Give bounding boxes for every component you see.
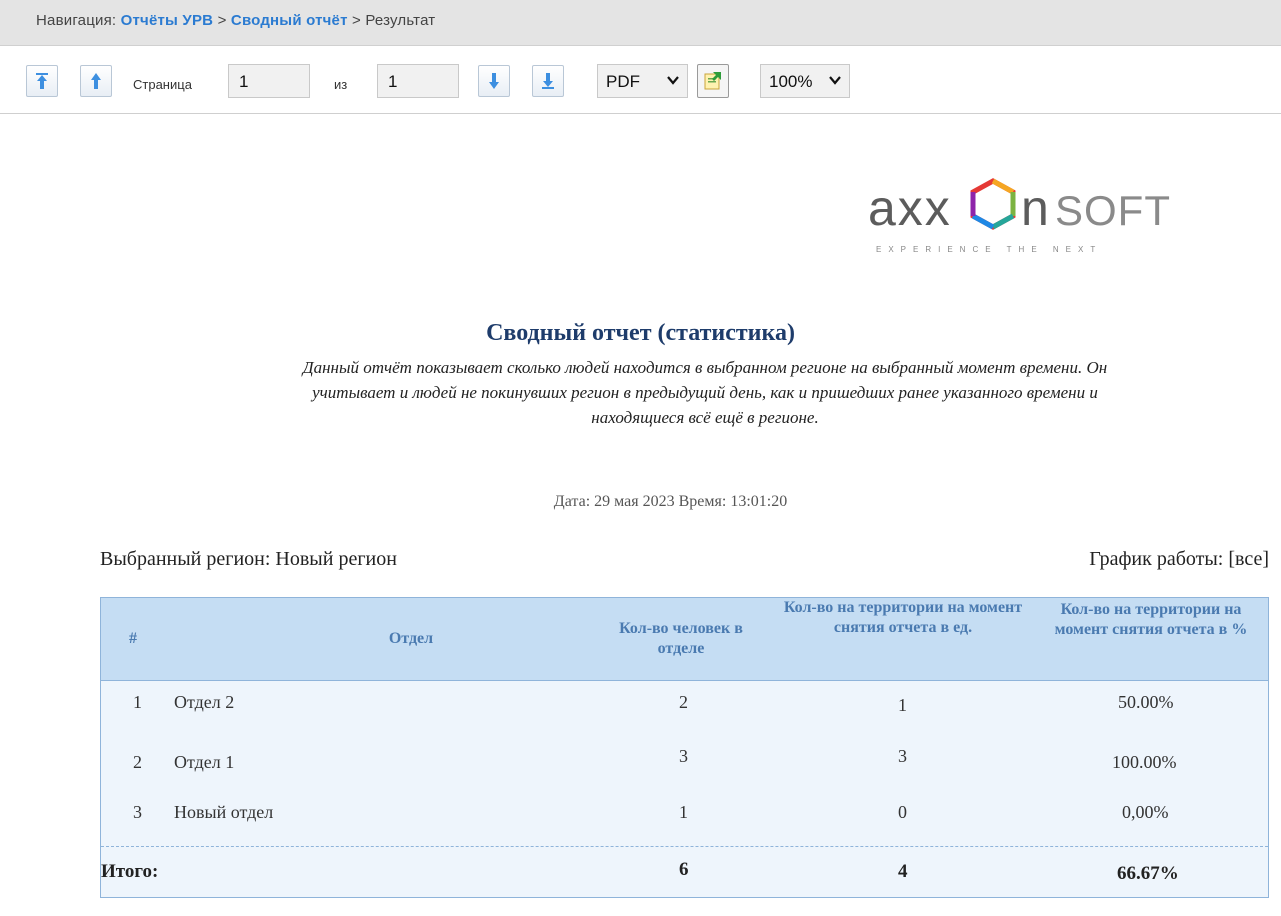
department-name: Отдел 2 — [174, 692, 235, 712]
company-logo: axx n SOFT EXPERIENCE THE NEXT — [868, 175, 1208, 275]
first-page-icon — [36, 73, 48, 89]
present-percent: 100.00% — [1112, 752, 1177, 772]
export-format-value: PDF — [606, 72, 640, 91]
row-number: 2 — [133, 752, 142, 772]
department-name: Новый отдел — [174, 802, 274, 822]
prev-page-button[interactable] — [80, 65, 112, 97]
present-count: 3 — [898, 746, 907, 766]
breadcrumb: Навигация: Отчёты УРВ > Сводный отчёт > … — [0, 0, 1281, 46]
export-button[interactable] — [697, 64, 729, 98]
breadcrumb-separator: > — [213, 12, 231, 29]
total-label: Итого: — [101, 861, 159, 882]
last-page-icon — [542, 73, 554, 89]
total-percent: 66.67% — [1117, 863, 1179, 884]
table-row: 2 Отдел 1 3 3 100.00% — [101, 746, 1268, 798]
report-toolbar: Страница 1 из 1 PDF 100% — [0, 47, 1281, 114]
column-header-present-percent: Кол-во на территории на момент снятия от… — [1054, 601, 1248, 638]
breadcrumb-link-reports[interactable]: Отчёты УРВ — [121, 12, 214, 29]
logo-tagline: EXPERIENCE THE NEXT — [876, 245, 1103, 254]
people-count: 1 — [679, 802, 688, 822]
svg-text:n: n — [1021, 180, 1049, 236]
zoom-value: 100% — [769, 72, 813, 91]
column-header-department: Отдел — [388, 630, 434, 647]
column-header-present-units: Кол-во на территории на момент снятия от… — [783, 599, 1023, 636]
column-header-number: # — [129, 630, 137, 647]
next-page-button[interactable] — [478, 65, 510, 97]
table-row: 1 Отдел 2 2 1 50.00% — [101, 692, 1268, 744]
report-date: Дата: 29 мая 2023 Время: 13:01:20 — [553, 493, 788, 510]
row-number: 1 — [133, 692, 142, 712]
column-header-people: Кол-во человек в отделе — [619, 620, 743, 657]
total-pages-field: 1 — [377, 64, 459, 98]
table-total-row: Итого: 6 4 66.67% — [101, 846, 1268, 899]
breadcrumb-prefix: Навигация: — [36, 12, 121, 29]
work-schedule: График работы: [все] — [1089, 548, 1269, 570]
present-count: 1 — [898, 695, 907, 715]
chevron-down-icon — [667, 76, 679, 85]
people-count: 2 — [679, 692, 688, 712]
total-present: 4 — [898, 861, 908, 882]
next-page-icon — [489, 73, 499, 89]
breadcrumb-current: Результат — [365, 12, 436, 29]
summary-table: # Отдел Кол-во человек в отделе Кол-во н… — [100, 597, 1269, 898]
report-title: Сводный отчет (статистика) — [486, 320, 795, 346]
axxonsoft-logo-icon: axx n SOFT — [868, 178, 1171, 236]
svg-text:SOFT: SOFT — [1055, 187, 1171, 234]
prev-page-icon — [91, 73, 101, 89]
breadcrumb-separator: > — [347, 12, 366, 29]
row-number: 3 — [133, 802, 142, 822]
page-label: Страница — [133, 77, 192, 92]
first-page-button[interactable] — [26, 65, 58, 97]
present-percent: 50.00% — [1118, 692, 1174, 712]
selected-region: Выбранный регион: Новый регион — [100, 548, 397, 570]
last-page-button[interactable] — [532, 65, 564, 97]
table-header: # Отдел Кол-во человек в отделе Кол-во н… — [101, 598, 1268, 681]
zoom-select[interactable]: 100% — [760, 64, 850, 98]
people-count: 3 — [679, 746, 688, 766]
total-people: 6 — [679, 859, 689, 880]
chevron-down-icon — [829, 76, 841, 85]
export-icon — [704, 72, 721, 90]
present-count: 0 — [898, 802, 907, 822]
department-name: Отдел 1 — [174, 752, 235, 772]
of-label: из — [334, 77, 348, 92]
svg-text:axx: axx — [868, 180, 952, 236]
page-number-input[interactable]: 1 — [228, 64, 310, 98]
report-description: Данный отчёт показывает сколько людей на… — [302, 358, 1108, 427]
export-format-select[interactable]: PDF — [597, 64, 688, 98]
present-percent: 0,00% — [1122, 802, 1169, 822]
breadcrumb-link-summary[interactable]: Сводный отчёт — [231, 12, 348, 29]
